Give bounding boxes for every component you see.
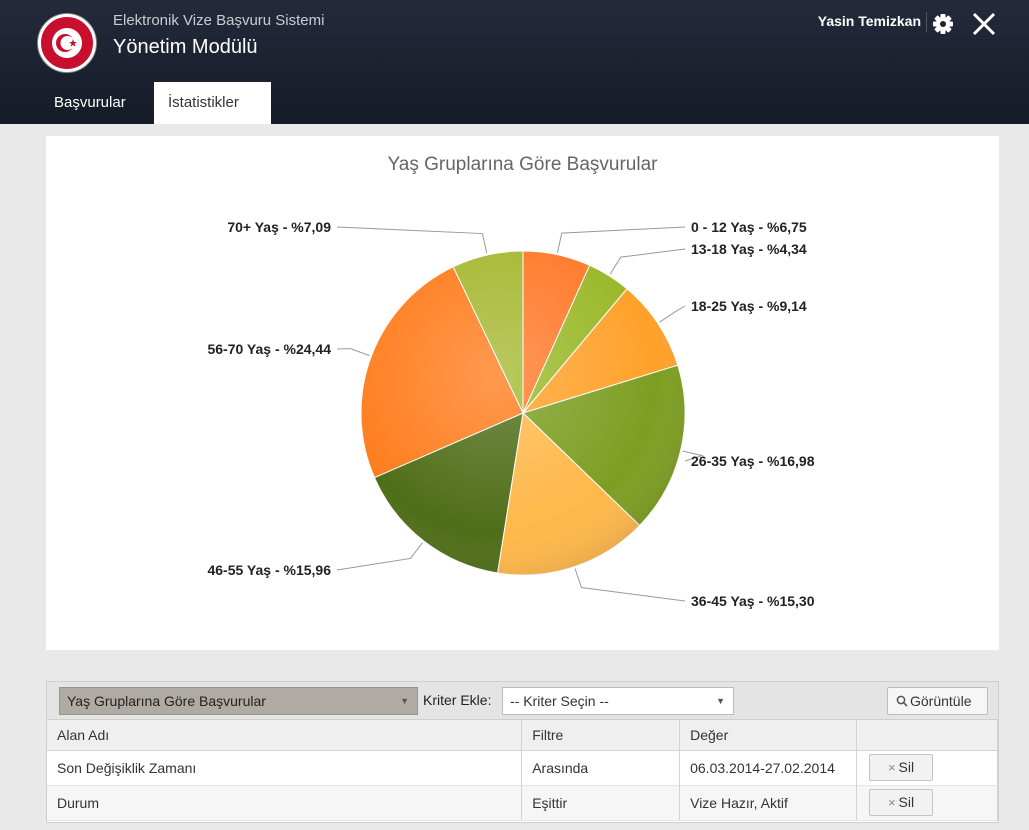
user-name[interactable]: Yasin Temizkan (818, 13, 921, 29)
close-icon: × (887, 760, 896, 775)
slice-label-46-55: 46-55 Yaş - %15,96 (207, 562, 331, 578)
row-field: Durum (47, 785, 523, 821)
column-header-filter: Filtre (521, 720, 681, 751)
gear-icon[interactable] (932, 13, 954, 35)
criteria-select-value: -- Kriter Seçin -- (510, 693, 609, 709)
close-icon[interactable] (970, 10, 998, 38)
filter-panel: Yaş Gruplarına Göre Başvurular ▼ Kriter … (46, 681, 999, 823)
criteria-label: Kriter Ekle: (423, 692, 492, 708)
user-separator (926, 12, 927, 32)
leader-line-18-25 (659, 305, 686, 323)
table-row: Durum Eşittir Vize Hazır, Aktif × Sil (47, 785, 998, 821)
column-header-value: Değer (679, 720, 858, 751)
row-filter: Arasında (521, 750, 681, 786)
leader-line-46-55 (336, 542, 423, 571)
column-header-field: Alan Adı (47, 720, 523, 751)
slice-label-26-35: 26-35 Yaş - %16,98 (691, 453, 815, 469)
row-action: × Sil (856, 750, 998, 786)
row-field: Son Değişiklik Zamanı (47, 750, 523, 786)
column-header-action (856, 720, 998, 751)
filter-table: Alan Adı Filtre Değer Son Değişiklik Zam… (47, 720, 998, 821)
slice-label-56-70: 56-70 Yaş - %24,44 (207, 341, 331, 357)
report-select-value: Yaş Gruplarına Göre Başvurular (67, 693, 266, 709)
app-header: Elektronik Vize Başvuru Sistemi Yönetim … (0, 0, 1029, 124)
pie-chart: 0 - 12 Yaş - %6,75 13-18 Yaş - %4,34 18-25… (207, 219, 815, 609)
slice-label-70-plus: 70+ Yaş - %7,09 (227, 219, 331, 235)
leader-line-56-70 (336, 348, 370, 357)
leader-line-70-plus (336, 226, 488, 254)
chevron-down-icon: ▼ (400, 696, 409, 706)
turkish-emblem-logo (38, 14, 96, 72)
table-row: Son Değişiklik Zamanı Arasında 06.03.201… (47, 750, 998, 786)
app-title: Yönetim Modülü (113, 36, 258, 58)
row-action: × Sil (856, 785, 998, 821)
delete-button[interactable]: × Sil (869, 789, 934, 816)
criteria-select[interactable]: -- Kriter Seçin -- ▼ (502, 687, 734, 715)
slice-label-36-45: 36-45 Yaş - %15,30 (691, 593, 815, 609)
chart-panel: Yaş Gruplarına Göre Başvurular 0 - 12 Ya… (46, 136, 999, 650)
slice-label-0-12: 0 - 12 Yaş - %6,75 (691, 219, 807, 235)
filter-toolbar: Yaş Gruplarına Göre Başvurular ▼ Kriter … (47, 682, 998, 720)
row-filter: Eşittir (521, 785, 681, 821)
leader-line-13-18 (609, 248, 686, 275)
tab-basvurular[interactable]: Başvurular (40, 82, 140, 124)
close-icon: × (887, 795, 896, 810)
tab-istatistikler[interactable]: İstatistikler (154, 82, 271, 124)
search-icon (896, 695, 908, 707)
delete-button[interactable]: × Sil (869, 754, 934, 781)
leader-line-36-45 (574, 568, 686, 602)
show-button[interactable]: Görüntüle (887, 687, 988, 715)
app-subtitle: Elektronik Vize Başvuru Sistemi (113, 12, 325, 29)
slice-label-18-25: 18-25 Yaş - %9,14 (691, 298, 807, 314)
show-button-label: Görüntüle (910, 693, 972, 709)
delete-button-label: Sil (898, 759, 915, 775)
leader-line-0-12 (557, 226, 686, 253)
row-value: Vize Hazır, Aktif (679, 785, 858, 821)
delete-button-label: Sil (898, 794, 915, 810)
row-value: 06.03.2014-27.02.2014 (679, 750, 858, 786)
slice-label-13-18: 13-18 Yaş - %4,34 (691, 241, 807, 257)
chevron-down-icon: ▼ (716, 696, 725, 706)
report-select[interactable]: Yaş Gruplarına Göre Başvurular ▼ (59, 687, 418, 715)
